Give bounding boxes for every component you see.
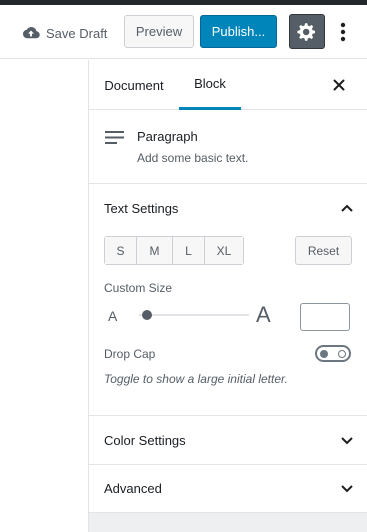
toggle-knob [320,349,328,358]
preview-button[interactable]: Preview [124,15,194,48]
close-sidebar-button[interactable] [329,75,349,95]
reset-button[interactable]: Reset [295,236,352,265]
drop-cap-label: Drop Cap [104,347,156,361]
tab-block[interactable]: Block [179,60,241,110]
chevron-down-icon [341,437,353,445]
gear-icon [297,22,315,41]
more-menu-button[interactable] [333,17,353,47]
chevron-up-icon [341,204,353,212]
more-vertical-icon [340,22,346,42]
close-icon [333,79,345,91]
advanced-title: Advanced [104,481,162,496]
paragraph-icon [105,131,124,144]
advanced-panel-toggle[interactable]: Advanced [89,465,367,513]
editor-canvas[interactable] [0,60,88,532]
block-card: Paragraph Add some basic text. [89,111,367,184]
font-size-picker: S M L XL [104,236,244,265]
drop-cap-help-text: Toggle to show a large initial letter. [104,372,288,386]
custom-size-input[interactable] [300,303,350,331]
color-settings-title: Color Settings [104,433,186,448]
color-settings-panel-toggle[interactable]: Color Settings [89,417,367,465]
custom-size-label: Custom Size [104,281,173,295]
drop-cap-toggle[interactable] [315,345,351,362]
text-settings-panel-toggle[interactable]: Text Settings [89,184,367,232]
small-a-icon: A [108,308,118,324]
font-size-l-button[interactable]: L [173,237,205,264]
font-size-m-button[interactable]: M [137,237,173,264]
settings-toggle-button[interactable] [289,14,325,49]
block-settings-sidebar: Document Block Paragraph Add some basic … [88,60,367,532]
font-size-s-button[interactable]: S [105,237,137,264]
custom-size-slider-track[interactable] [139,314,249,316]
text-settings-title: Text Settings [104,200,179,216]
cloud-upload-icon [23,27,40,39]
custom-size-slider-thumb[interactable] [142,310,152,320]
editor-header-toolbar: Save Draft Preview Publish... [0,5,367,59]
chevron-down-icon [341,485,353,493]
toggle-off-indicator [338,349,346,358]
tab-document[interactable]: Document [89,60,179,110]
block-title: Paragraph [137,129,198,144]
save-draft-button[interactable]: Save Draft [22,23,107,43]
publish-button[interactable]: Publish... [200,15,277,48]
large-a-icon: A [256,302,271,327]
text-settings-panel-body: S M L XL Reset Custom Size A A Drop Cap … [89,232,367,416]
sidebar-tabs: Document Block [89,60,367,110]
font-size-xl-button[interactable]: XL [205,237,243,264]
block-description: Add some basic text. [137,151,249,165]
sidebar-footer-area [89,513,367,532]
save-draft-label: Save Draft [46,25,108,41]
